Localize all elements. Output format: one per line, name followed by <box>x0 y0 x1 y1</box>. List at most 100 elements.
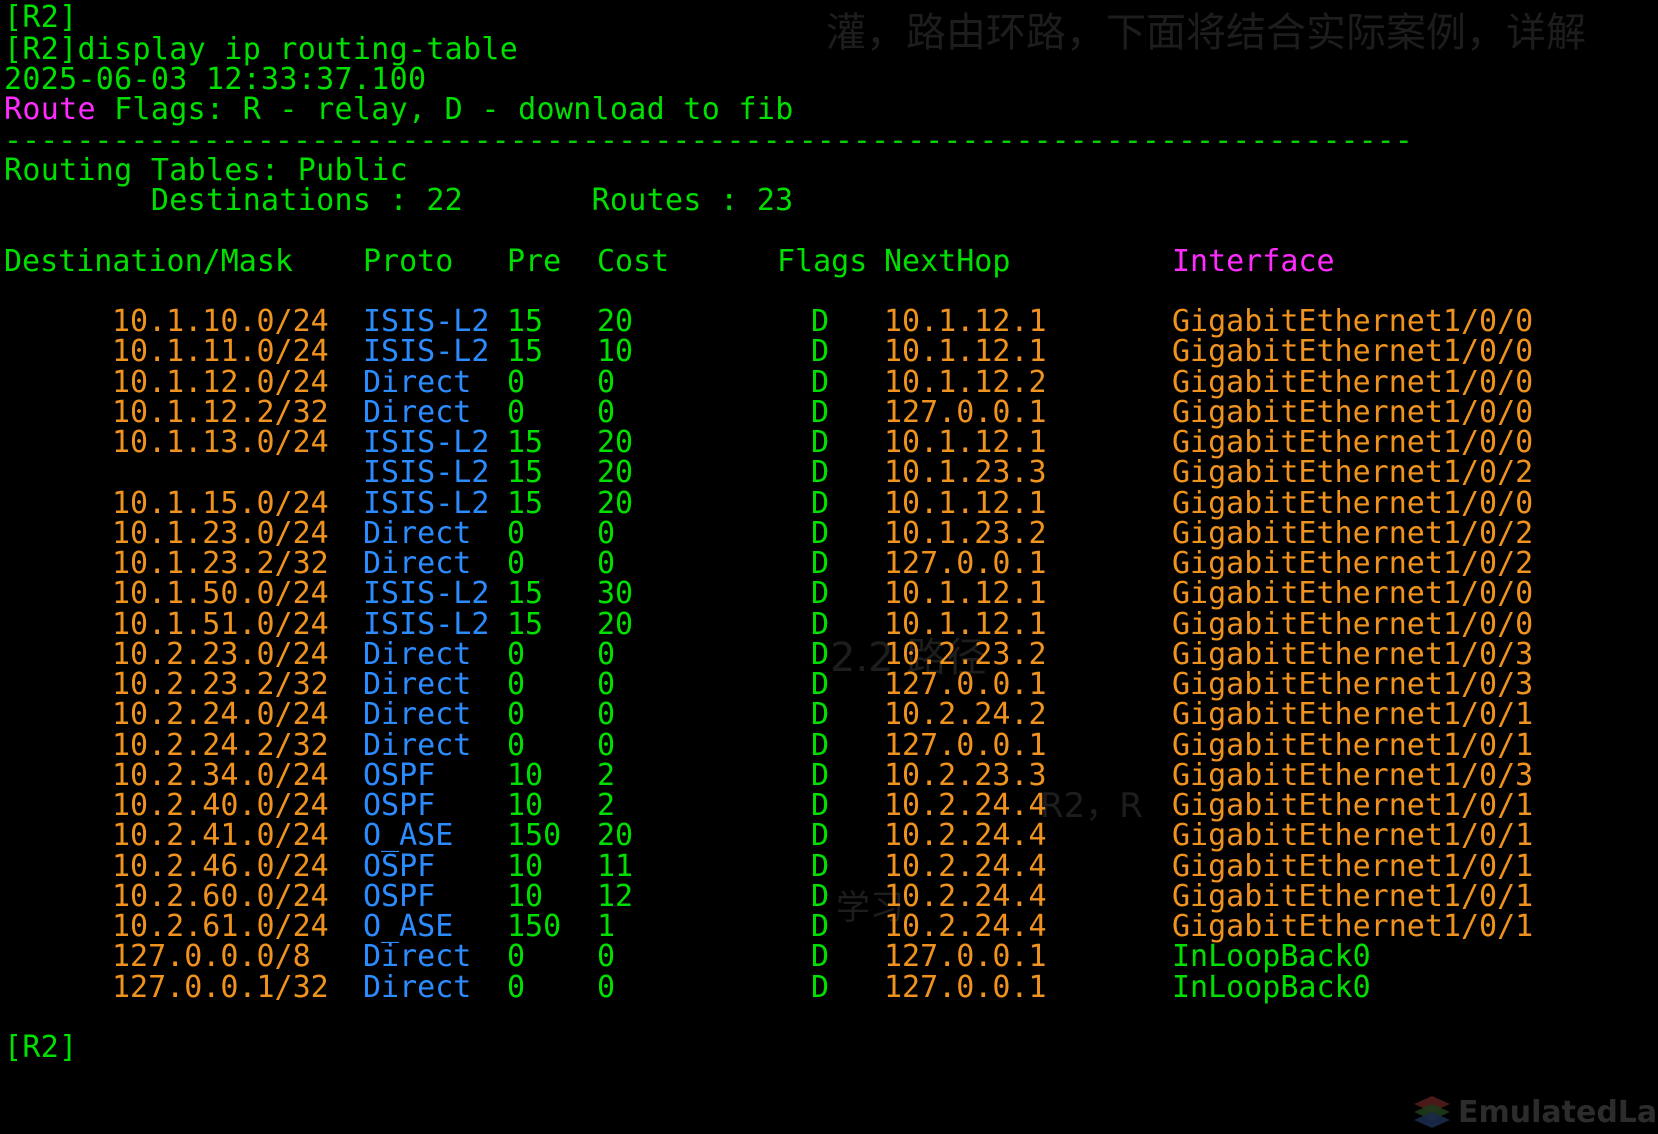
cell-pre: 10 <box>507 757 544 793</box>
cell-nexthop: 10.2.23.2 <box>884 636 1047 672</box>
emulatedlab-logo: EmulatedLab <box>1412 1092 1658 1132</box>
cell-pre: 0 <box>507 697 526 733</box>
cell-flags: D <box>811 364 830 400</box>
cell-pre: 10 <box>507 848 544 884</box>
cell-nexthop: 10.1.23.2 <box>884 515 1047 551</box>
cell-proto: ISIS-L2 <box>363 304 490 339</box>
cell-cost: 12 <box>597 878 634 914</box>
cell-pre: 15 <box>507 304 544 339</box>
cell-pre: 0 <box>507 667 526 702</box>
cell-proto: OSPF <box>363 848 436 884</box>
cell-pre: 10 <box>507 878 544 914</box>
cell-pre: 0 <box>507 394 526 430</box>
cell-destination: 10.2.23.2/32 <box>112 667 329 702</box>
cell-pre: 150 <box>507 818 562 854</box>
cell-interface: GigabitEthernet1/0/3 <box>1172 757 1534 793</box>
cell-proto: Direct <box>363 546 472 581</box>
cell-pre: 15 <box>507 334 544 370</box>
cell-destination: 10.1.10.0/24 <box>112 304 329 339</box>
cell-cost: 20 <box>597 455 634 491</box>
layers-icon <box>1414 1096 1450 1128</box>
cell-flags: D <box>811 334 830 370</box>
header-proto: Proto <box>363 244 454 279</box>
cell-destination: 127.0.0.0/8 <box>112 939 311 975</box>
cell-proto: ISIS-L2 <box>363 606 490 642</box>
logo-text: EmulatedLab <box>1458 1094 1658 1130</box>
route-flags-line: Route Flags: R - relay, D - download to … <box>4 94 794 126</box>
cell-cost: 20 <box>597 485 634 521</box>
cell-destination: 10.1.23.0/24 <box>112 515 329 551</box>
cell-flags: D <box>811 455 830 491</box>
cell-flags: D <box>811 757 830 793</box>
cell-nexthop: 10.2.24.4 <box>884 818 1047 854</box>
cell-cost: 0 <box>597 394 616 430</box>
cell-cost: 30 <box>597 576 634 612</box>
cell-pre: 0 <box>507 969 526 1005</box>
summary-line: Destinations : 22 Routes : 23 <box>4 183 794 218</box>
cell-proto: OSPF <box>363 757 436 793</box>
cell-nexthop: 10.2.24.4 <box>884 878 1047 914</box>
cell-proto: ISIS-L2 <box>363 334 490 370</box>
cell-interface: GigabitEthernet1/0/0 <box>1172 425 1534 460</box>
header-interface: Interface <box>1172 244 1335 279</box>
cell-interface: GigabitEthernet1/0/1 <box>1172 848 1534 884</box>
cell-proto: ISIS-L2 <box>363 576 490 612</box>
cell-destination: 10.2.46.0/24 <box>112 848 329 884</box>
cell-nexthop: 10.1.12.2 <box>884 364 1047 400</box>
cell-proto: ISIS-L2 <box>363 455 490 491</box>
cell-proto: Direct <box>363 939 472 975</box>
cell-interface: GigabitEthernet1/0/0 <box>1172 304 1534 339</box>
prompt-line: [R2] <box>4 0 78 35</box>
cell-flags: D <box>811 848 830 884</box>
cell-interface: GigabitEthernet1/0/0 <box>1172 364 1534 400</box>
header-cost: Cost <box>597 244 670 279</box>
cell-interface: GigabitEthernet1/0/1 <box>1172 727 1534 763</box>
cell-cost: 20 <box>597 425 634 460</box>
cell-proto: O_ASE <box>363 818 454 854</box>
cell-nexthop: 10.2.24.2 <box>884 697 1047 733</box>
cell-nexthop: 127.0.0.1 <box>884 667 1047 702</box>
cell-nexthop: 10.2.23.3 <box>884 757 1047 793</box>
cell-flags: D <box>811 939 830 975</box>
cell-interface: GigabitEthernet1/0/2 <box>1172 546 1534 581</box>
cell-flags: D <box>811 394 830 430</box>
cell-interface: GigabitEthernet1/0/0 <box>1172 606 1534 642</box>
watermark-text: 灌，路由环路，下面将结合实际案例，详解 <box>826 10 1586 56</box>
cell-destination: 127.0.0.1/32 <box>112 969 329 1005</box>
cell-interface: GigabitEthernet1/0/1 <box>1172 878 1534 914</box>
cell-flags: D <box>811 667 830 702</box>
cell-cost: 10 <box>597 334 634 370</box>
cell-proto: Direct <box>363 394 472 430</box>
cell-nexthop: 10.1.12.1 <box>884 606 1047 642</box>
watermark-text: R2，R <box>1040 786 1143 826</box>
cell-flags: D <box>811 485 830 521</box>
cell-cost: 0 <box>597 364 616 400</box>
cell-proto: OSPF <box>363 788 436 823</box>
cell-cost: 20 <box>597 606 634 642</box>
cell-proto: O_ASE <box>363 909 454 944</box>
cell-flags: D <box>811 969 830 1005</box>
cell-cost: 0 <box>597 969 616 1005</box>
cell-destination: 10.2.40.0/24 <box>112 788 329 823</box>
cell-destination: 10.1.50.0/24 <box>112 576 329 612</box>
cell-proto: Direct <box>363 667 472 702</box>
cell-nexthop: 127.0.0.1 <box>884 939 1047 975</box>
cell-interface: InLoopBack0 <box>1172 939 1371 975</box>
cell-destination: 10.2.41.0/24 <box>112 818 329 854</box>
header-pre: Pre <box>507 244 562 279</box>
cell-proto: Direct <box>363 697 472 733</box>
cell-cost: 0 <box>597 939 616 975</box>
cell-pre: 0 <box>507 546 526 581</box>
cell-pre: 150 <box>507 909 562 944</box>
cell-nexthop: 127.0.0.1 <box>884 394 1047 430</box>
cell-interface: GigabitEthernet1/0/0 <box>1172 576 1534 612</box>
cell-cost: 0 <box>597 636 616 672</box>
cell-destination: 10.2.34.0/24 <box>112 757 329 793</box>
cell-interface: GigabitEthernet1/0/3 <box>1172 636 1534 672</box>
cell-flags: D <box>811 697 830 733</box>
terminal-window[interactable]: 灌，路由环路，下面将结合实际案例，详解 2.2 路径 R2，R 学习 [R2] … <box>0 0 1658 1134</box>
cell-nexthop: 10.1.23.3 <box>884 455 1047 491</box>
cell-proto: Direct <box>363 515 472 551</box>
cell-nexthop: 10.1.12.1 <box>884 425 1047 460</box>
cell-flags: D <box>811 576 830 612</box>
